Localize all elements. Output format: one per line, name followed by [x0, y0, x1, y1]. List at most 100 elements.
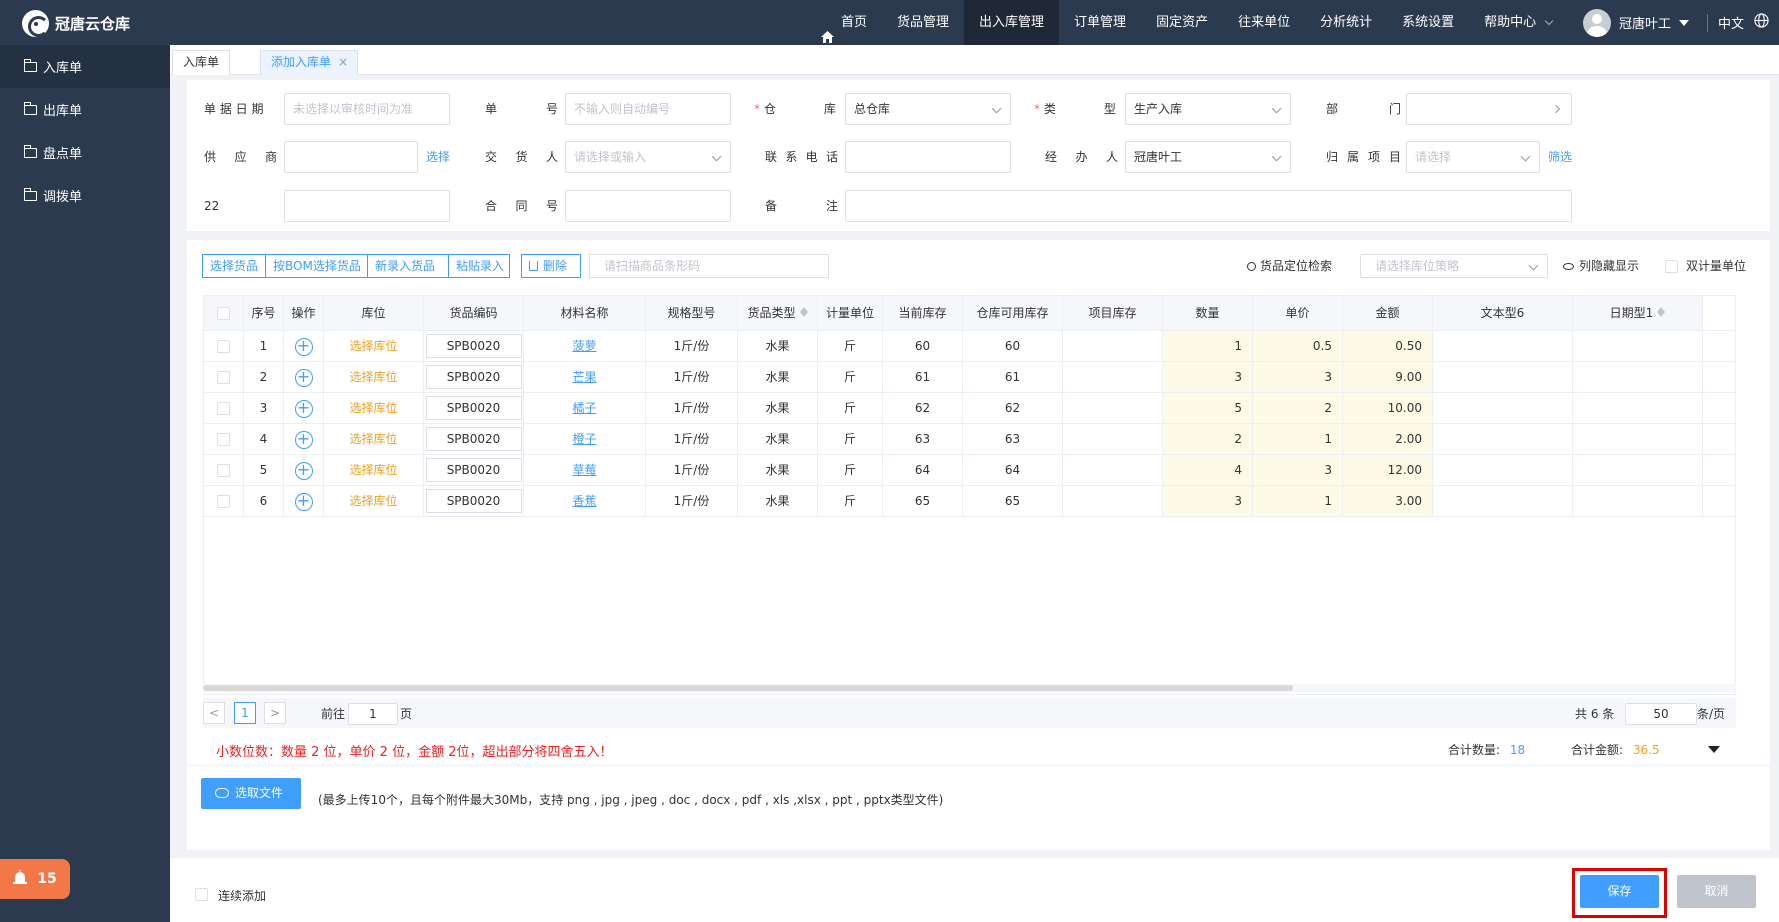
nav-inout[interactable]: 出入库管理 — [964, 0, 1060, 45]
material-name-link[interactable]: 菠萝 — [572, 339, 596, 353]
cell-qty[interactable]: 2 — [1163, 424, 1253, 454]
contract-input[interactable] — [565, 190, 731, 222]
close-icon[interactable]: × — [338, 51, 348, 74]
cell-d1[interactable] — [1573, 393, 1703, 423]
goods-code-input[interactable]: SPB0020 — [425, 457, 522, 482]
select-location-link[interactable]: 选择库位 — [349, 494, 397, 508]
cell-price[interactable]: 1 — [1253, 486, 1343, 516]
goods-code-input[interactable]: SPB0020 — [425, 395, 522, 420]
page-1-button[interactable]: 1 — [234, 702, 256, 724]
nav-home[interactable]: 首页 — [806, 0, 882, 45]
cell-amount[interactable]: 3.00 — [1343, 486, 1433, 516]
custom22-input[interactable] — [284, 190, 450, 222]
cell-d1[interactable] — [1573, 362, 1703, 392]
tab-add-inbound[interactable]: 添加入库单 × — [260, 50, 359, 75]
cancel-button[interactable]: 取消 — [1677, 875, 1756, 908]
language-switch[interactable]: 中文 — [1718, 13, 1744, 32]
expand-caret-icon[interactable] — [1708, 746, 1720, 753]
sidebar-item-stocktake[interactable]: 盘点单 — [0, 131, 170, 174]
user-menu[interactable]: 冠唐叶工 — [1582, 8, 1707, 37]
table-hscroll[interactable] — [203, 684, 1736, 692]
cell-d1[interactable] — [1573, 486, 1703, 516]
add-row-icon[interactable]: + — [294, 399, 313, 418]
next-page-button[interactable]: > — [264, 702, 286, 724]
paste-input-button[interactable]: 粘贴录入 — [448, 254, 510, 278]
sidebar-item-inbound[interactable]: 入库单 — [0, 45, 170, 88]
handler-select[interactable]: 冠唐叶工 — [1125, 141, 1291, 173]
supplier-select-link[interactable]: 选择 — [426, 141, 450, 173]
cell-price[interactable]: 1 — [1253, 424, 1343, 454]
number-input[interactable]: 不输入则自动编号 — [565, 93, 731, 125]
project-filter-link[interactable]: 筛选 — [1548, 141, 1572, 173]
add-row-icon[interactable]: + — [294, 337, 313, 356]
app-logo[interactable]: 冠唐云仓库 — [22, 9, 130, 37]
continue-add-checkbox[interactable] — [195, 888, 208, 901]
cell-amount[interactable]: 0.50 — [1343, 331, 1433, 361]
cell-d1[interactable] — [1573, 424, 1703, 454]
nav-assets[interactable]: 固定资产 — [1141, 0, 1223, 45]
type-select[interactable]: 生产入库 — [1125, 93, 1291, 125]
sort-icon[interactable] — [1657, 307, 1666, 317]
add-row-icon[interactable]: + — [294, 368, 313, 387]
phone-input[interactable] — [845, 141, 1011, 173]
cell-t6[interactable] — [1433, 362, 1573, 392]
goods-code-input[interactable]: SPB0020 — [425, 426, 522, 451]
dual-unit-toggle[interactable]: 双计量单位 — [1665, 254, 1746, 278]
sidebar-item-transfer[interactable]: 调拨单 — [0, 174, 170, 217]
cell-qty[interactable]: 1 — [1163, 331, 1253, 361]
cell-price[interactable]: 3 — [1253, 362, 1343, 392]
cell-d1[interactable] — [1573, 331, 1703, 361]
add-row-icon[interactable]: + — [294, 461, 313, 480]
material-name-link[interactable]: 橙子 — [572, 432, 596, 446]
tab-inbound-list[interactable]: 入库单 — [172, 50, 231, 75]
cell-t6[interactable] — [1433, 424, 1573, 454]
remark-input[interactable] — [845, 190, 1572, 222]
cell-t6[interactable] — [1433, 393, 1573, 423]
nav-analytics[interactable]: 分析统计 — [1305, 0, 1387, 45]
new-goods-button[interactable]: 新录入货品 — [367, 254, 449, 278]
select-all-checkbox[interactable] — [204, 296, 244, 330]
globe-icon[interactable] — [1754, 13, 1769, 32]
cell-price[interactable]: 2 — [1253, 393, 1343, 423]
row-checkbox[interactable] — [217, 433, 230, 446]
cell-qty[interactable]: 3 — [1163, 362, 1253, 392]
page-size-select[interactable]: 50 — [1625, 703, 1697, 725]
row-checkbox[interactable] — [217, 402, 230, 415]
alert-button[interactable]: 15 — [0, 859, 70, 899]
material-name-link[interactable]: 香蕉 — [572, 494, 596, 508]
dept-select[interactable] — [1406, 93, 1572, 125]
goto-page-input[interactable]: 1 — [348, 703, 398, 725]
location-strategy-select[interactable]: 请选择库位策略 — [1360, 254, 1548, 278]
goods-code-input[interactable]: SPB0020 — [425, 333, 522, 358]
row-checkbox[interactable] — [217, 340, 230, 353]
project-select[interactable]: 请选择 — [1406, 141, 1540, 173]
date-input[interactable]: 未选择以审核时间为准 — [284, 93, 450, 125]
cell-amount[interactable]: 12.00 — [1343, 455, 1433, 485]
prev-page-button[interactable]: < — [203, 702, 225, 724]
delete-button[interactable]: 删除 — [521, 254, 581, 278]
cell-t6[interactable] — [1433, 455, 1573, 485]
sort-icon[interactable] — [799, 307, 808, 317]
cell-amount[interactable]: 9.00 — [1343, 362, 1433, 392]
row-checkbox[interactable] — [217, 371, 230, 384]
bom-select-button[interactable]: 按BOM选择货品 — [265, 254, 368, 278]
deliverer-select[interactable]: 请选择或输入 — [565, 141, 731, 173]
select-location-link[interactable]: 选择库位 — [349, 432, 397, 446]
add-row-icon[interactable]: + — [294, 430, 313, 449]
goods-code-input[interactable]: SPB0020 — [425, 488, 522, 513]
cell-d1[interactable] — [1573, 455, 1703, 485]
material-name-link[interactable]: 芒果 — [572, 370, 596, 384]
cell-qty[interactable]: 4 — [1163, 455, 1253, 485]
add-row-icon[interactable]: + — [294, 492, 313, 511]
row-checkbox[interactable] — [217, 464, 230, 477]
cell-qty[interactable]: 3 — [1163, 486, 1253, 516]
select-location-link[interactable]: 选择库位 — [349, 370, 397, 384]
supplier-input[interactable] — [284, 141, 418, 173]
column-hide-toggle[interactable]: 列隐藏显示 — [1563, 254, 1639, 278]
locate-search-button[interactable]: 货品定位检索 — [1247, 254, 1332, 278]
scroll-thumb[interactable] — [203, 685, 1293, 691]
select-goods-button[interactable]: 选择货品 — [202, 254, 266, 278]
select-location-link[interactable]: 选择库位 — [349, 339, 397, 353]
nav-partners[interactable]: 往来单位 — [1223, 0, 1305, 45]
material-name-link[interactable]: 橘子 — [572, 401, 596, 415]
